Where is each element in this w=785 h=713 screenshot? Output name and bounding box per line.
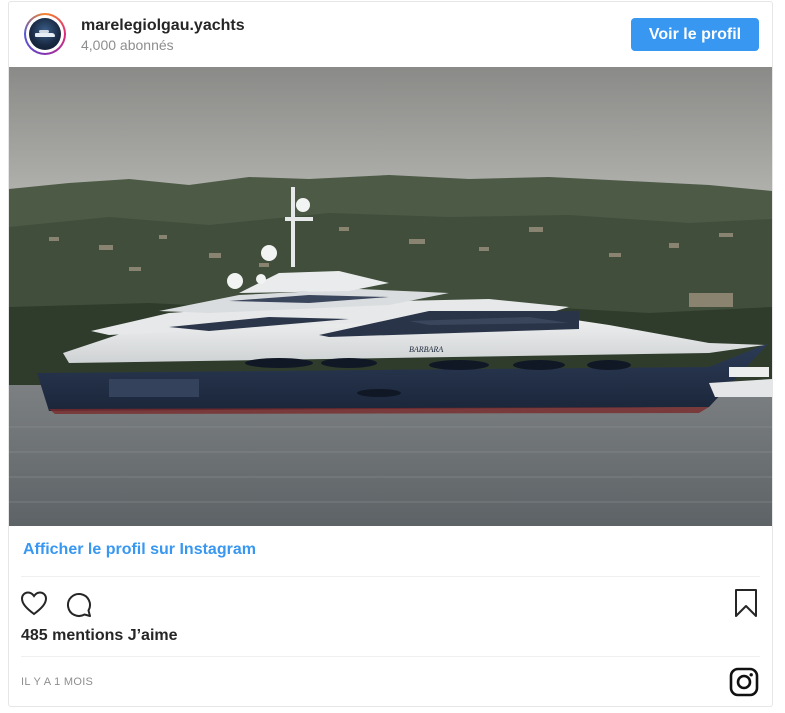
follower-count: 4,000 abonnés	[81, 37, 174, 53]
like-count[interactable]: 485 mentions J’aime	[21, 627, 178, 645]
heart-icon[interactable]	[20, 590, 48, 621]
username[interactable]: marelegiolgau.yachts	[81, 17, 245, 35]
instagram-embed-card: marelegiolgau.yachts 4,000 abonnés Voir …	[8, 1, 773, 707]
instagram-icon[interactable]	[729, 667, 759, 702]
view-profile-button[interactable]: Voir le profil	[631, 18, 759, 51]
yacht-name-text: BARBARA	[409, 345, 443, 354]
comment-icon[interactable]	[64, 590, 92, 623]
divider	[21, 656, 760, 657]
post-image[interactable]: BARBARA	[9, 67, 772, 526]
post-timestamp[interactable]: IL Y A 1 MOIS	[21, 676, 93, 688]
bookmark-icon[interactable]	[734, 588, 758, 623]
post-header: marelegiolgau.yachts 4,000 abonnés Voir …	[9, 2, 772, 66]
divider	[21, 576, 760, 577]
avatar[interactable]	[24, 13, 66, 55]
avatar-image	[29, 18, 61, 50]
view-profile-link[interactable]: Afficher le profil sur Instagram	[23, 541, 256, 559]
